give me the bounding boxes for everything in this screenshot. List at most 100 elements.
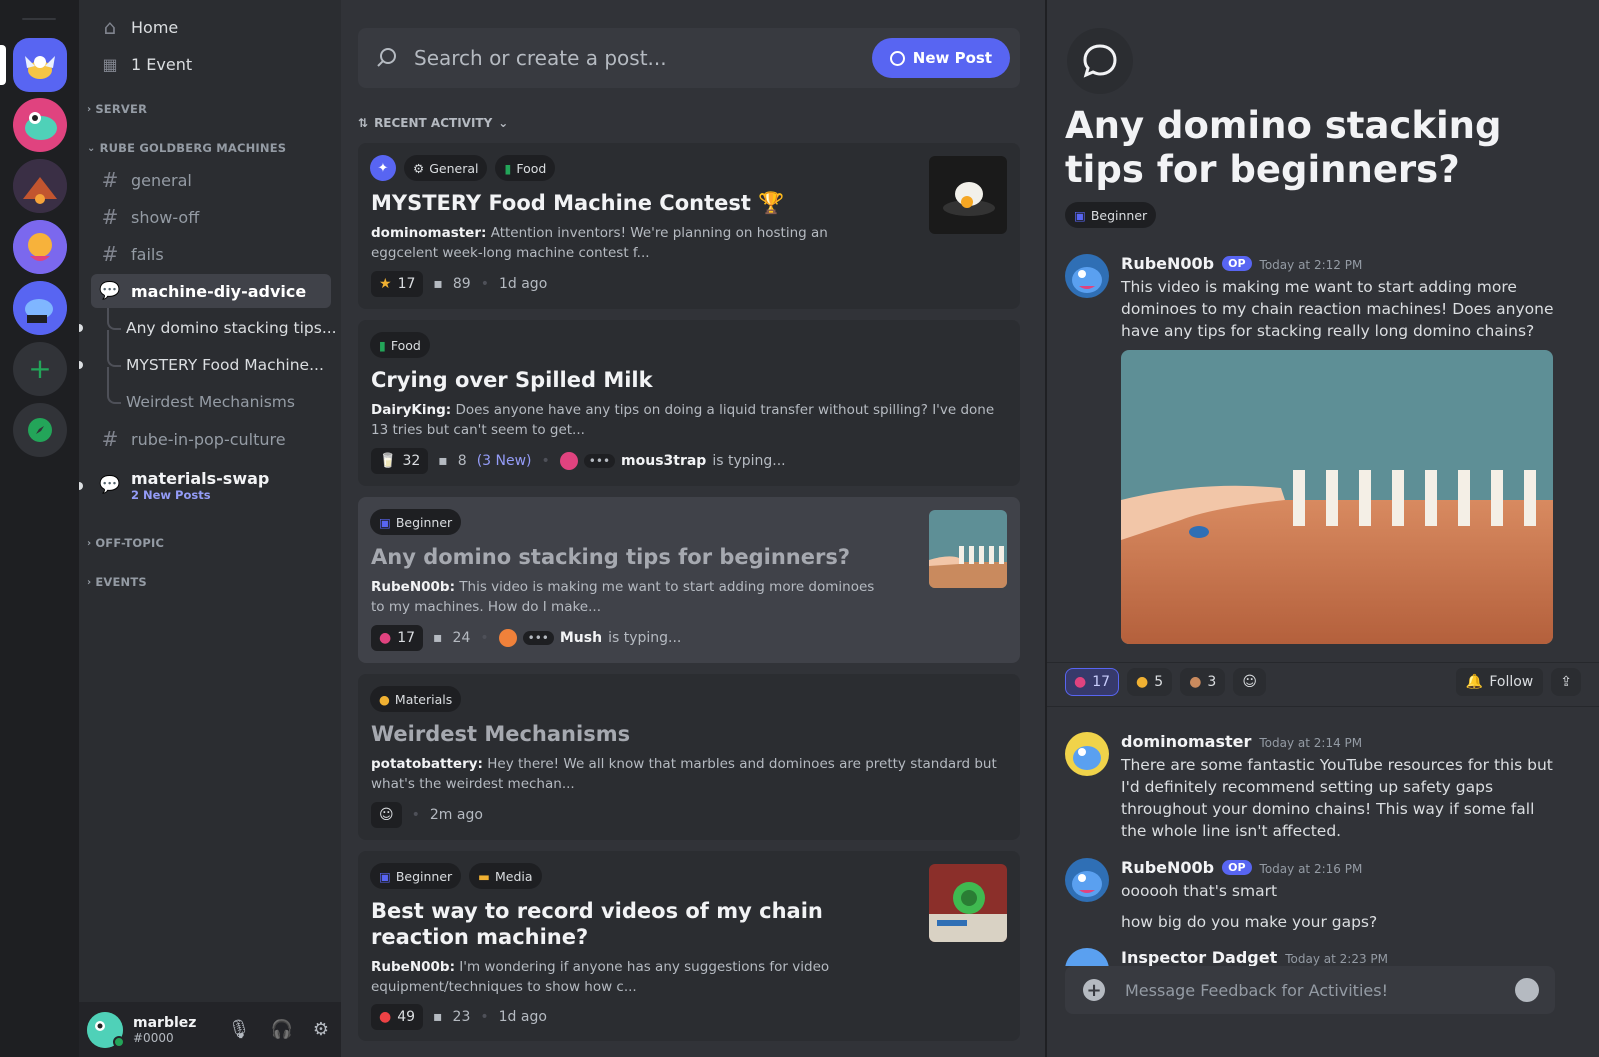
tag-food[interactable]: ▮ Food [495,155,556,181]
post-card[interactable]: ▣ Beginner ▬ Media Best way to record vide… [358,851,1020,1041]
thread-panel: Any domino stacking tips for beginners? … [1045,0,1599,1057]
category-server[interactable]: › SERVER [87,102,147,116]
thread-weirdest-mechanisms[interactable]: Weirdest Mechanisms [126,393,295,411]
microphone-icon[interactable]: 🎙 [228,1019,251,1040]
share-button[interactable]: ⇪ [1551,668,1581,696]
user-avatar[interactable] [1065,948,1109,966]
server-rail: + [0,0,79,1057]
typing-user: mous3trap [621,453,707,469]
post-thumbnail[interactable] [929,864,1007,942]
events-count-label: 1 Event [131,54,193,74]
channel-machine-diy-advice[interactable]: 💬 machine-diy-advice [91,274,331,308]
post-title[interactable]: MYSTERY Food Machine Contest 🏆 [371,190,891,216]
events-link[interactable]: ▦ 1 Event [91,47,331,81]
sort-dropdown[interactable]: ⇅ RECENT ACTIVITY ⌄ [358,116,508,130]
server-icon-frog[interactable] [13,98,67,152]
message-author[interactable]: Inspector Dadget [1121,948,1277,966]
message-author[interactable]: RubeN00b [1121,254,1214,273]
emoji-icon[interactable] [1515,978,1539,1002]
tag-materials[interactable]: ● Materials [370,686,462,712]
post-card[interactable]: ● Materials Weirdest Mechanisms potatobat… [358,674,1020,840]
user-avatar[interactable] [1065,254,1109,298]
tag-media[interactable]: ▬ Media [469,863,542,889]
post-title[interactable]: Any domino stacking tips for beginners? [371,544,891,570]
comment-count: 23 [452,1009,471,1025]
post-tags: ▣ Beginner [370,509,462,535]
category-off-topic[interactable]: › OFF-TOPIC [87,536,164,550]
typing-label: is typing... [712,453,786,469]
category-rube-goldberg[interactable]: ⌄ RUBE GOLDBERG MACHINES [87,141,286,155]
channel-materials-swap[interactable]: 💬 materials-swap 2 New Posts [91,462,331,508]
unread-indicator [79,482,83,490]
attach-plus-icon[interactable]: + [1083,979,1105,1001]
channel-fails[interactable]: # fails [91,237,331,271]
thread-domino-tips[interactable]: Any domino stacking tips... [126,319,337,337]
message-image[interactable] [1121,350,1553,644]
add-reaction-button[interactable]: ☺ [371,802,402,828]
server-icon-active[interactable] [13,38,67,92]
post-title[interactable]: Crying over Spilled Milk [371,367,891,393]
explore-servers-button[interactable] [13,403,67,457]
tag-beginner[interactable]: ▣ Beginner [370,863,462,889]
rail-top-divider [22,18,56,20]
server-icon-camp[interactable] [13,159,67,213]
tag-food[interactable]: ▮ Food [370,332,430,358]
reaction-button[interactable]: ★ 17 [371,271,424,297]
message-author[interactable]: RubeN00b [1121,858,1214,877]
post-title[interactable]: Weirdest Mechanisms [371,721,891,747]
tag-general[interactable]: ⚙ General [404,155,488,181]
user-avatar[interactable] [1065,732,1109,776]
new-post-label: New Post [912,49,992,67]
reaction-button[interactable]: ● 17 [371,625,424,651]
user-avatar[interactable] [1065,858,1109,902]
divider [1047,662,1599,663]
reaction-thinking[interactable]: ● 3 [1180,668,1226,696]
hashtag-icon: # [101,427,119,451]
headphones-icon[interactable]: 🎧 [270,1019,292,1040]
post-title[interactable]: Best way to record videos of my chain re… [371,898,901,950]
message-header: RubeN00b OP Today at 2:12 PM [1121,254,1362,273]
message-time: Today at 2:12 PM [1259,258,1363,272]
channel-label: show-off [131,207,200,227]
thread-mystery-food[interactable]: MYSTERY Food Machine... [126,356,324,374]
message-composer[interactable]: + Message Feedback for Activities! [1065,966,1555,1014]
new-post-button[interactable]: New Post [871,38,1010,78]
tag-label: Media [494,868,533,884]
add-server-button[interactable]: + [13,342,67,396]
follow-button[interactable]: 🔔 Follow [1455,668,1544,696]
post-snippet: dominomaster: Attention inventors! We're… [371,223,871,263]
online-status-icon [113,1036,125,1048]
category-events[interactable]: › EVENTS [87,575,147,589]
post-snippet: RubeN00b: This video is making me want t… [371,577,891,617]
reaction-button[interactable]: 🥛 32 [371,448,429,474]
user-info[interactable]: marblez #0000 [133,1015,196,1045]
reaction-button[interactable]: ● 49 [371,1004,424,1030]
typing-avatar-icon [498,629,517,647]
thread-tag-beginner[interactable]: ▣ Beginner [1065,202,1157,228]
message-input[interactable]: Message Feedback for Activities! [1125,981,1388,1000]
server-icon-sticker[interactable] [13,220,67,274]
reaction-cat[interactable]: ● 5 [1127,668,1173,696]
gear-icon[interactable]: ⚙ [313,1019,329,1040]
channel-rube-in-pop-culture[interactable]: # rube-in-pop-culture [91,422,331,456]
post-card-selected[interactable]: ▣ Beginner Any domino stacking tips for b… [358,497,1020,663]
post-thumbnail[interactable] [929,156,1007,234]
post-thumbnail[interactable] [929,510,1007,588]
message-author[interactable]: dominomaster [1121,732,1251,751]
sort-label: RECENT ACTIVITY [374,116,493,130]
new-posts-badge: 2 New Posts [131,487,211,502]
channel-show-off[interactable]: # show-off [91,200,331,234]
tag-beginner[interactable]: ▣ Beginner [370,509,462,535]
server-icon-bird[interactable] [13,281,67,335]
post-card[interactable]: ✦ ⚙ General ▮ Food MYSTERY Food Machine Co… [358,143,1020,309]
reaction-mascot[interactable]: ● 17 [1065,668,1120,696]
comment-icon: ▪ [438,453,448,469]
add-reaction-button[interactable]: ☺ [1233,668,1266,696]
post-card[interactable]: ▮ Food Crying over Spilled Milk DairyKing… [358,320,1020,486]
category-label: OFF-TOPIC [95,536,165,550]
channel-general[interactable]: # general [91,163,331,197]
home-link[interactable]: ⌂ Home [91,10,331,44]
search-input[interactable]: Search or create a post... [414,46,667,70]
forum-search-bar[interactable]: Search or create a post... New Post [358,28,1020,88]
thread-connector [107,330,121,367]
